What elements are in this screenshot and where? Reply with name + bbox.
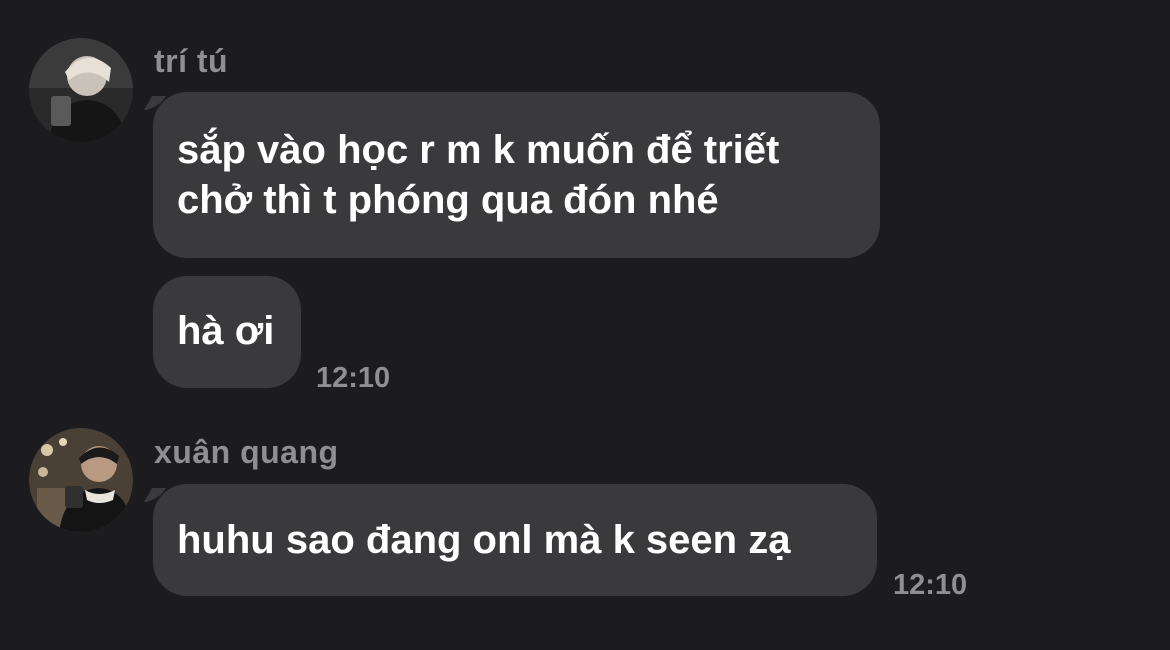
message-bubble[interactable]: sắp vào học r m k muốn để triết chở thì …: [153, 92, 880, 258]
message-timestamp: 12:10: [316, 362, 391, 394]
message-text: sắp vào học r m k muốn để triết: [177, 128, 780, 172]
avatar-photo-icon: [29, 428, 133, 532]
sender-name: trí tú: [154, 43, 229, 79]
avatar-tri-tu[interactable]: [29, 38, 133, 142]
message-bubble[interactable]: huhu sao đang onl mà k seen zạ: [153, 484, 877, 596]
message-text: chở thì t phóng qua đón nhé: [177, 178, 719, 222]
message-bubble[interactable]: hà ơi: [153, 276, 301, 388]
chat-thread: trí tú sắp vào học r m k muốn để triết c…: [0, 0, 1170, 650]
avatar-photo-icon: [29, 38, 133, 142]
sender-name: xuân quang: [154, 434, 339, 470]
avatar-xuan-quang[interactable]: [29, 428, 133, 532]
message-timestamp: 12:10: [893, 569, 968, 601]
message-text: huhu sao đang onl mà k seen zạ: [177, 518, 791, 562]
message-text: hà ơi: [177, 309, 275, 353]
